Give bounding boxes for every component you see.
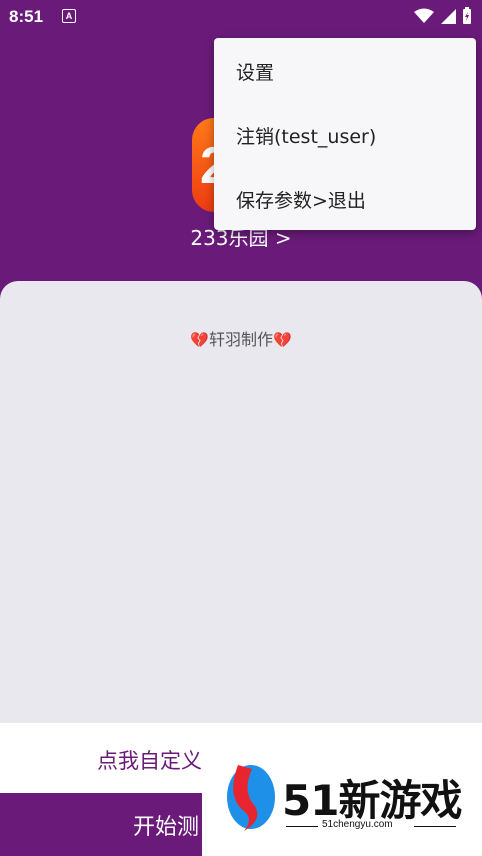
menu-item-logout[interactable]: 注销(test_user) bbox=[236, 122, 376, 149]
menu-item-settings[interactable]: 设置 bbox=[236, 58, 274, 85]
divider bbox=[414, 826, 456, 827]
watermark: 51新游戏 51chengyu.com bbox=[202, 735, 482, 856]
notification-icon: A bbox=[62, 9, 76, 23]
broken-heart-icon: 💔 bbox=[273, 331, 292, 349]
battery-icon bbox=[463, 7, 471, 24]
watermark-url: 51chengyu.com bbox=[322, 819, 393, 830]
credit-text: 轩羽制作 bbox=[208, 330, 273, 349]
divider bbox=[286, 826, 318, 827]
watermark-logo-icon bbox=[227, 765, 275, 831]
start-button-label: 开始测 bbox=[133, 815, 200, 840]
wifi-icon bbox=[414, 8, 434, 23]
signal-icon bbox=[441, 9, 456, 24]
menu-item-save-exit[interactable]: 保存参数>退出 bbox=[236, 186, 366, 213]
status-icons bbox=[414, 7, 472, 25]
credit-label: 💔轩羽制作💔 bbox=[0, 326, 482, 350]
custom-button-label: 点我自定义 bbox=[97, 749, 202, 773]
broken-heart-icon: 💔 bbox=[190, 331, 209, 349]
overflow-menu: 设置 注销(test_user) 保存参数>退出 bbox=[214, 38, 476, 230]
status-time: 8:51 bbox=[9, 7, 44, 26]
content-card bbox=[0, 281, 482, 741]
status-bar: 8:51 A bbox=[0, 0, 482, 32]
